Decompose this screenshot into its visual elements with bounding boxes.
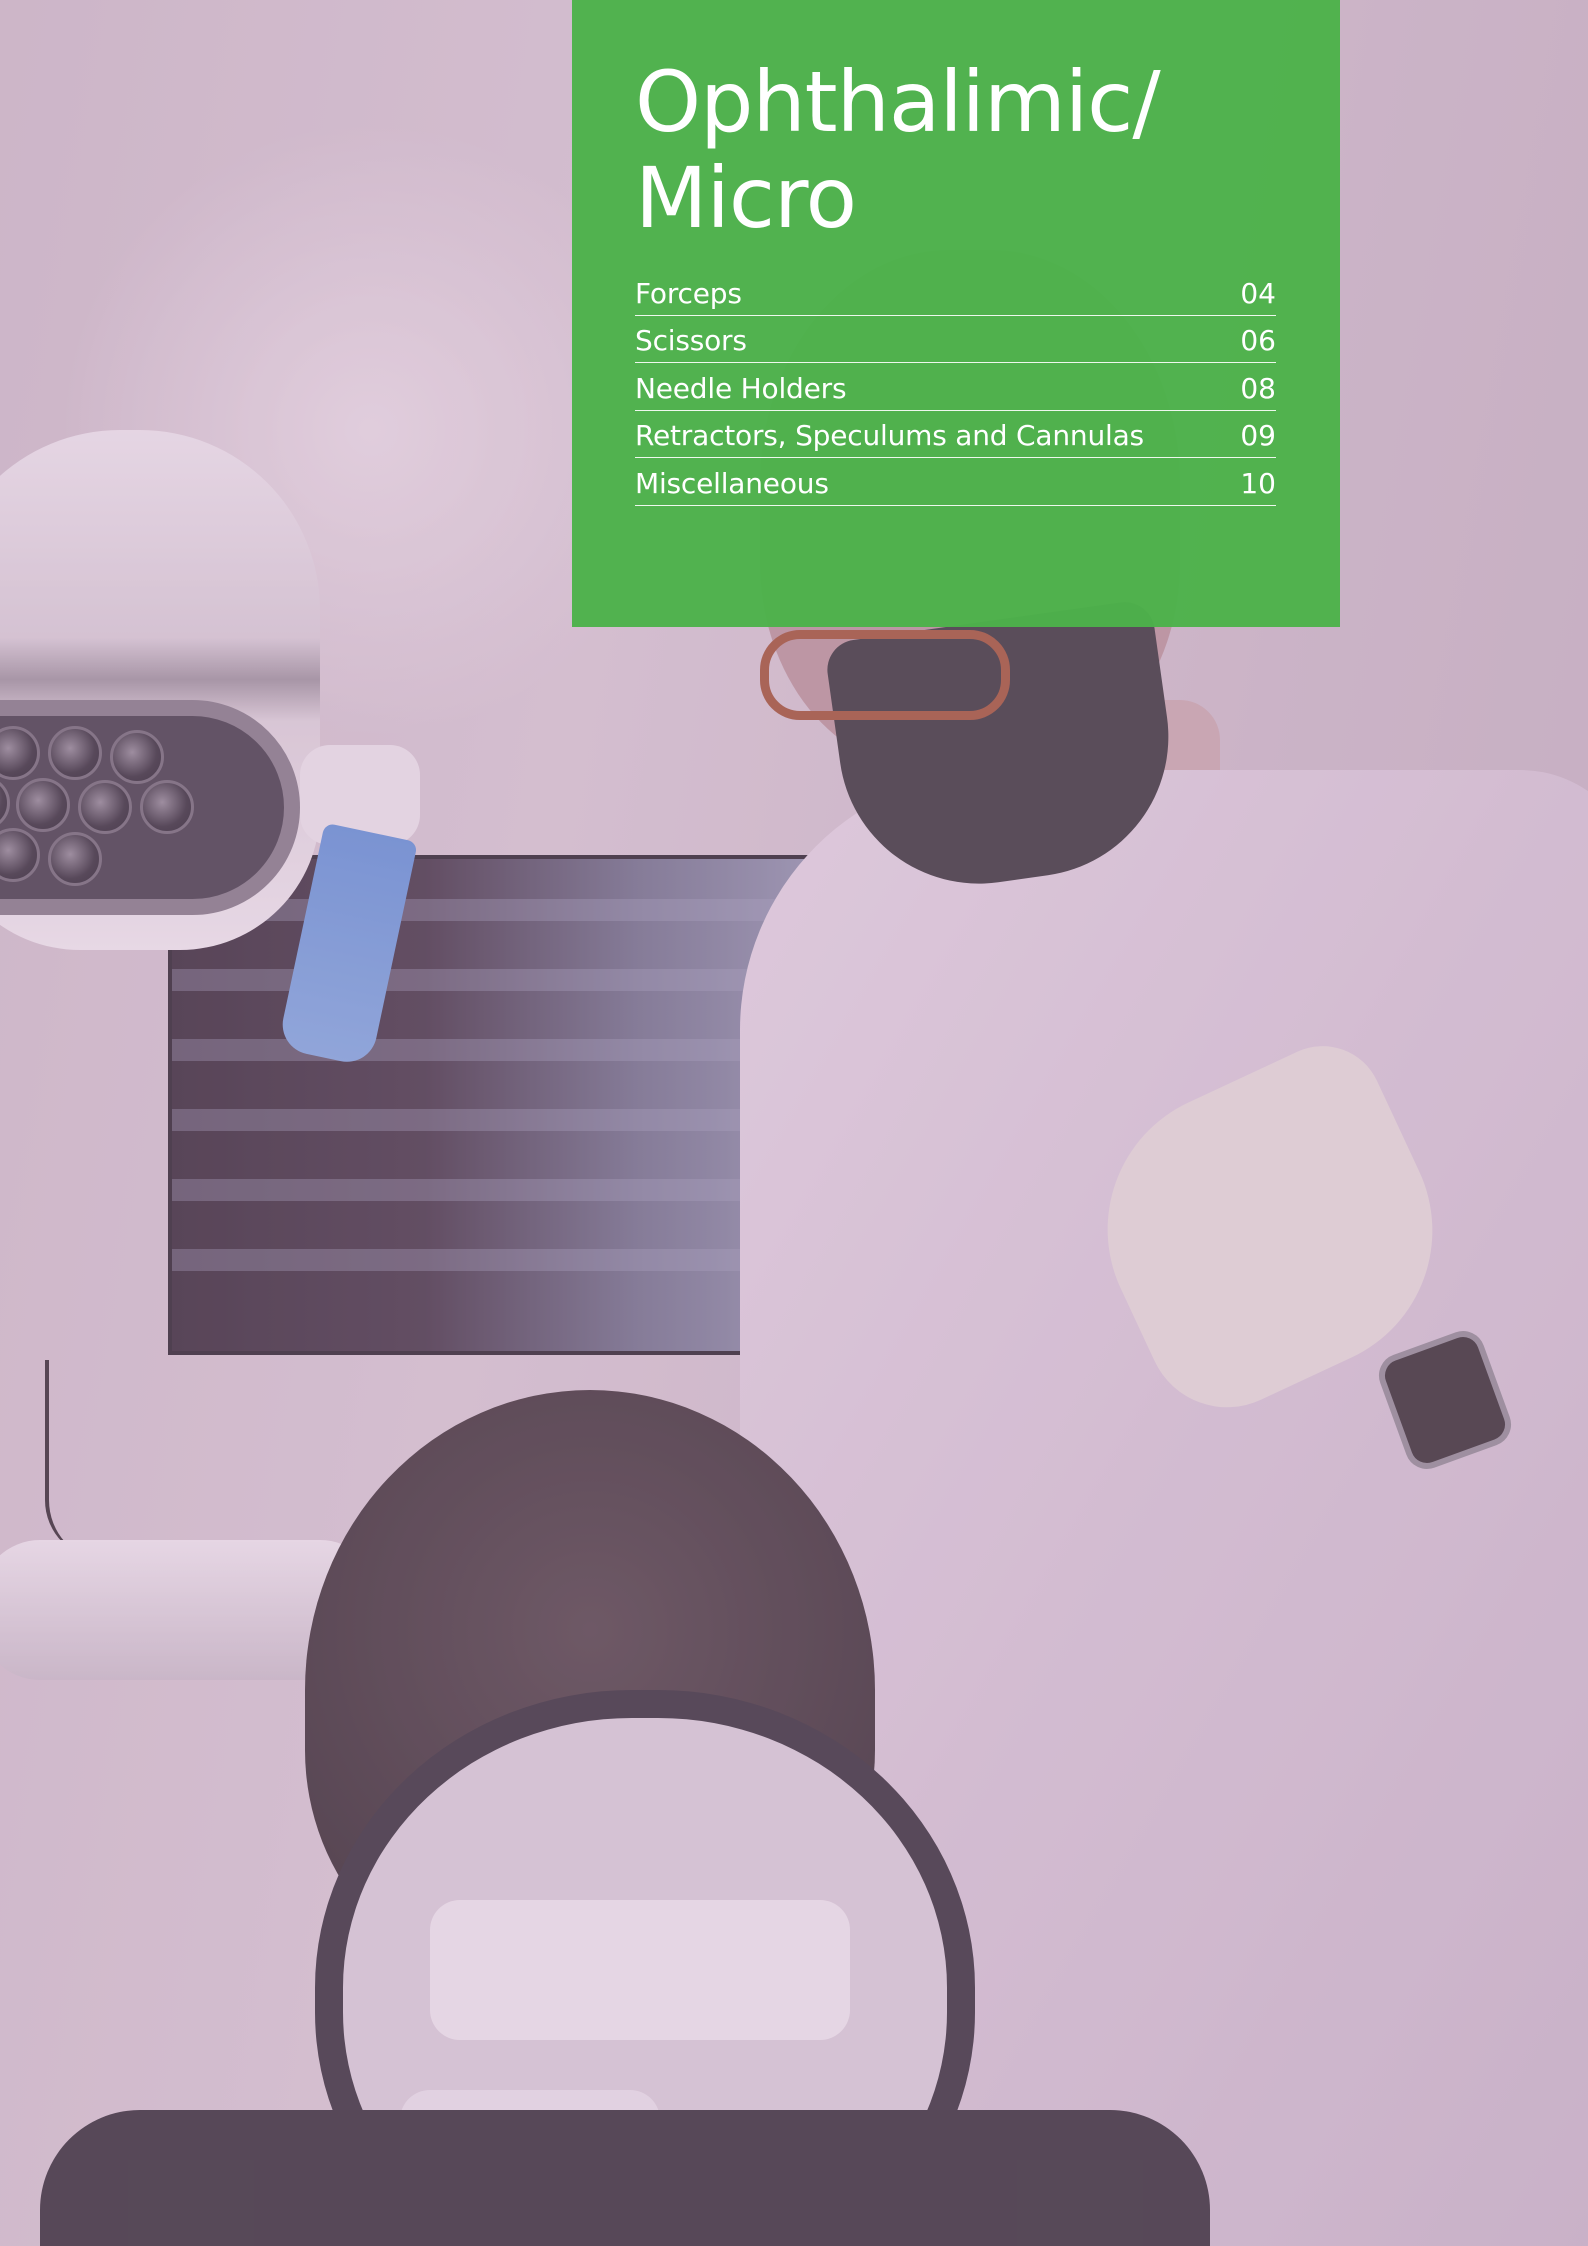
contents-panel: Ophthalimic/ Micro Forceps 04 Scissors 0… [572, 0, 1340, 627]
toc-item-page: 08 [1240, 371, 1276, 405]
toc-item-label: Retractors, Speculums and Cannulas [635, 419, 1144, 452]
toc-item-page: 04 [1240, 276, 1276, 310]
toc-item-miscellaneous[interactable]: Miscellaneous 10 [635, 458, 1276, 506]
toc-item-retractors[interactable]: Retractors, Speculums and Cannulas 09 [635, 411, 1276, 458]
toc-item-page: 06 [1240, 324, 1276, 357]
toc-item-page: 09 [1240, 419, 1276, 452]
toc-item-forceps[interactable]: Forceps 04 [635, 268, 1276, 316]
table-of-contents: Forceps 04 Scissors 06 Needle Holders 08… [635, 268, 1276, 506]
toc-item-scissors[interactable]: Scissors 06 [635, 316, 1276, 363]
toc-item-label: Miscellaneous [635, 466, 829, 500]
toc-item-label: Forceps [635, 276, 742, 310]
toc-item-page: 10 [1240, 466, 1276, 500]
toc-item-needle-holders[interactable]: Needle Holders 08 [635, 363, 1276, 411]
toc-item-label: Scissors [635, 324, 747, 357]
section-title: Ophthalimic/ Micro [635, 53, 1161, 247]
toc-item-label: Needle Holders [635, 371, 847, 405]
